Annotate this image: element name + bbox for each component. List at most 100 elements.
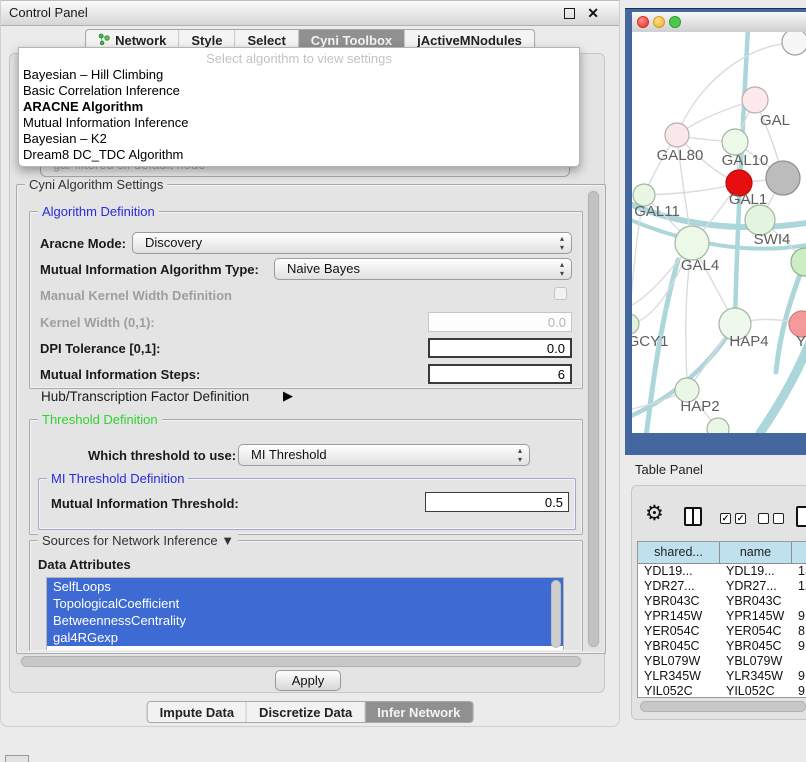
sources-collapse-arrow-icon[interactable]: ▼ (221, 533, 234, 548)
network-node-label: GAL4 (681, 257, 719, 274)
table-column-header[interactable] (792, 542, 806, 563)
algorithm-dropdown-popup: Select algorithm to view settings Bayesi… (18, 47, 580, 167)
table-panel-title: Table Panel (635, 462, 703, 477)
network-node[interactable] (766, 161, 800, 195)
table-row[interactable]: YLR345WYLR345W9. (638, 669, 806, 684)
select-all-checks-icon[interactable]: ✓✓ (720, 513, 746, 524)
tab-infer-network[interactable]: Infer Network (364, 702, 472, 722)
table-cell: YLR345W (720, 669, 792, 684)
tab-impute-data[interactable]: Impute Data (148, 702, 246, 722)
network-node[interactable] (782, 32, 806, 55)
table-cell: YER054C (720, 624, 792, 639)
which-threshold-combobox[interactable]: MI Threshold ▴▾ (238, 444, 530, 466)
node-table: shared...name YDL19...YDL19...13YDR27...… (637, 541, 806, 698)
data-attribute-item[interactable]: BetweennessCentrality (47, 612, 563, 629)
table-cell: YBL079W (638, 654, 720, 669)
network-node-label: GAL (760, 112, 790, 129)
table-row[interactable]: YIL052CYIL052C9. (638, 684, 806, 698)
table-cell: YIL052C (638, 684, 720, 698)
network-node-label: Y (796, 333, 806, 350)
table-row[interactable]: YBR045CYBR045C9. (638, 639, 806, 654)
table-row[interactable]: YDR27...YDR27...12 (638, 579, 806, 594)
table-row[interactable]: YBL079WYBL079W (638, 654, 806, 669)
dpi-tolerance-label: DPI Tolerance [0,1]: (40, 341, 160, 356)
network-node-gal80[interactable] (665, 123, 689, 147)
mi-type-combobox[interactable]: Naive Bayes ▴▾ (274, 258, 572, 280)
table-cell (792, 654, 806, 669)
table-row[interactable]: YPR145WYPR145W9. (638, 609, 806, 624)
mac-minimize-icon[interactable] (653, 16, 665, 28)
network-edge[interactable] (760, 337, 806, 433)
dpi-tolerance-field[interactable] (428, 338, 572, 358)
mi-threshold-label: Mutual Information Threshold: (51, 496, 239, 511)
table-cell: YDR27... (720, 579, 792, 594)
network-node-gal4[interactable] (675, 226, 709, 260)
columns-icon[interactable] (684, 507, 702, 526)
mac-zoom-icon[interactable] (669, 16, 681, 28)
data-attribute-item[interactable]: SelfLoops (47, 578, 563, 595)
algorithm-definition-title: Algorithm Definition (38, 204, 159, 219)
screen: Control Panel ✕ Network Style Select Cyn… (0, 0, 806, 762)
table-cell: 12 (792, 579, 806, 594)
control-panel-title: Control Panel (9, 1, 88, 25)
network-node[interactable] (791, 248, 806, 276)
table-cell: YDL19... (720, 564, 792, 579)
kernel-width-field[interactable] (428, 312, 572, 332)
hub-expand-arrow-icon[interactable]: ▶ (283, 388, 293, 404)
aracne-mode-combobox[interactable]: Discovery ▴▾ (132, 232, 572, 254)
table-cell: YBL079W (720, 654, 792, 669)
table-row[interactable]: YER054CYER054C8. (638, 624, 806, 639)
aracne-mode-label: Aracne Mode: (40, 236, 126, 251)
combo-arrows-icon: ▴▾ (518, 446, 522, 464)
algorithm-popup-item[interactable]: Bayesian – K2 (19, 131, 579, 147)
network-node-label: GAL11 (634, 203, 680, 220)
table-row[interactable]: YDL19...YDL19...13 (638, 564, 806, 579)
cyni-algorithm-settings-title: Cyni Algorithm Settings (25, 177, 167, 192)
settings-horizontal-scrollbar[interactable] (18, 655, 584, 668)
table-cell (792, 594, 806, 609)
table-row[interactable]: YBR043CYBR043C (638, 594, 806, 609)
algorithm-popup-item[interactable]: Dream8 DC_TDC Algorithm (19, 147, 579, 163)
close-icon[interactable]: ✕ (587, 1, 599, 25)
algorithm-popup-item[interactable]: Basic Correlation Inference (19, 83, 579, 99)
hub-definition-label: Hub/Transcription Factor Definition (41, 389, 249, 404)
table-column-header[interactable]: shared... (638, 542, 720, 563)
network-edge[interactable] (644, 183, 739, 195)
network-node-gal[interactable] (742, 87, 768, 113)
table-column-header[interactable]: name (720, 542, 792, 563)
network-canvas[interactable]: GALGAL80GAL10GAL1GAL11SWI4GAL4GCY1HAP4YH… (632, 32, 806, 433)
deselect-all-checks-icon[interactable] (758, 513, 784, 524)
data-attribute-item[interactable]: gal4RGexp (47, 629, 563, 646)
network-window-titlebar[interactable] (632, 12, 806, 33)
data-attribute-item[interactable]: TopologicalCoefficient (47, 595, 563, 612)
table-cell: 13 (792, 564, 806, 579)
table-cell: YPR145W (638, 609, 720, 624)
table-horizontal-scrollbar[interactable] (637, 700, 806, 713)
export-table-icon[interactable] (796, 506, 806, 527)
table-cell: YBR043C (638, 594, 720, 609)
apply-button[interactable]: Apply (275, 670, 341, 691)
mi-steps-field[interactable] (428, 364, 572, 384)
mi-type-label: Mutual Information Algorithm Type: (40, 262, 259, 277)
attributes-list-scrollbar[interactable] (551, 580, 561, 648)
bottom-tabbar: Impute Data Discretize Data Infer Networ… (147, 701, 474, 723)
gear-icon[interactable]: ⚙ (645, 503, 664, 525)
mi-threshold-field[interactable] (425, 492, 569, 512)
algorithm-popup-item[interactable]: Bayesian – Hill Climbing (19, 67, 579, 83)
float-window-icon[interactable] (564, 8, 575, 19)
settings-vertical-scrollbar[interactable] (587, 189, 600, 649)
network-view-window[interactable]: GALGAL80GAL10GAL1GAL11SWI4GAL4GCY1HAP4YH… (625, 8, 806, 455)
algorithm-popup-item[interactable]: ARACNE Algorithm (19, 99, 579, 115)
network-node-gcy1[interactable] (632, 314, 639, 334)
mi-threshold-definition-group: MI Threshold Definition Mutual Informati… (38, 478, 576, 530)
combo-arrows-icon: ▴▾ (560, 260, 564, 278)
threshold-definition-group: Threshold Definition Which threshold to … (29, 419, 583, 535)
kernel-width-label: Kernel Width (0,1): (40, 315, 155, 330)
collapsed-panel-button[interactable] (5, 755, 29, 762)
manual-kernel-checkbox[interactable] (554, 287, 567, 300)
table-cell: YBR043C (720, 594, 792, 609)
table-cell: YIL052C (720, 684, 792, 698)
algorithm-popup-item[interactable]: Mutual Information Inference (19, 115, 579, 131)
tab-discretize-data[interactable]: Discretize Data (246, 702, 364, 722)
mac-close-icon[interactable] (637, 16, 649, 28)
